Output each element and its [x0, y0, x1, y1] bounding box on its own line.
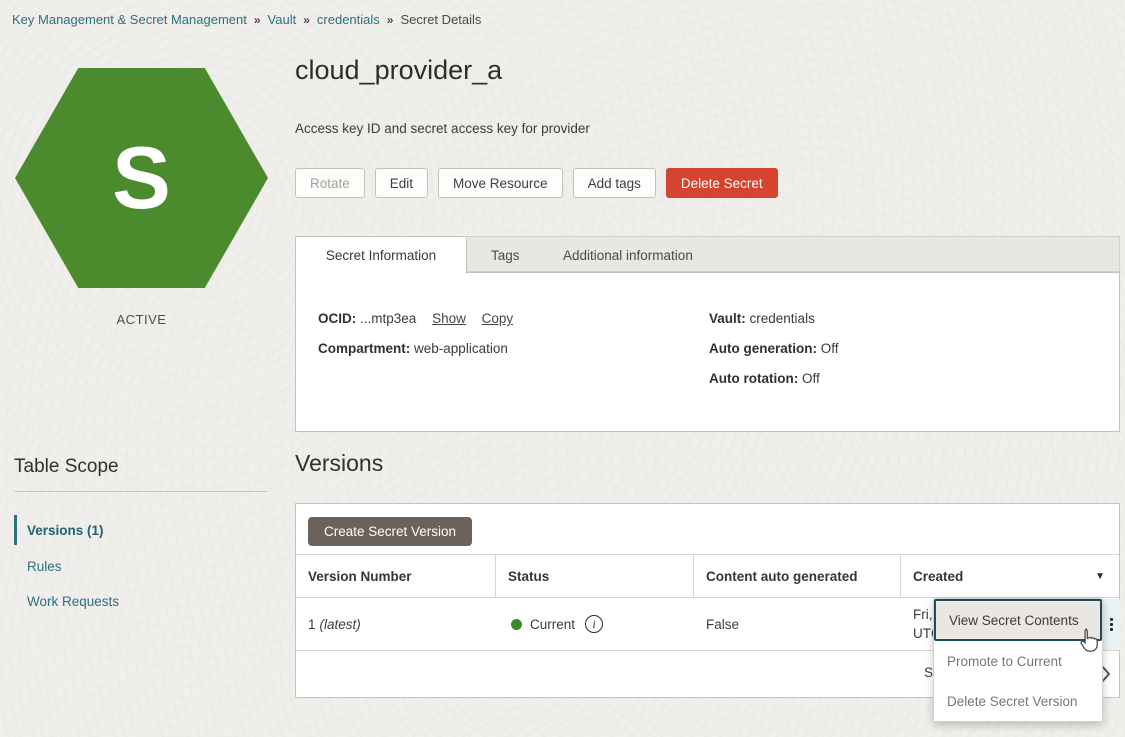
ocid-show-link[interactable]: Show [432, 311, 466, 326]
breadcrumb-separator-icon: » [254, 13, 261, 27]
versions-heading: Versions [295, 450, 383, 477]
edit-button[interactable]: Edit [375, 168, 428, 198]
resource-description: Access key ID and secret access key for … [295, 121, 590, 136]
status-current-dot [511, 619, 522, 630]
resource-status: ACTIVE [15, 312, 268, 327]
menu-item-delete-secret-version[interactable]: Delete Secret Version [934, 681, 1102, 721]
version-number: 1 [308, 617, 316, 632]
created-line-1: Fri, [913, 605, 933, 624]
ocid-row: OCID: ...mtp3ea Show Copy [318, 311, 513, 326]
content-auto-generated-value: False [706, 617, 739, 632]
auto-generation-value-text: Off [821, 341, 839, 356]
compartment-row: Compartment: web-application [318, 341, 508, 356]
sidebar-divider [14, 491, 267, 492]
breadcrumb-separator-icon: » [387, 13, 394, 27]
column-header-created[interactable]: Created ▼ [901, 555, 1119, 597]
secret-information-panel: OCID: ...mtp3ea Show Copy Compartment: w… [295, 272, 1120, 432]
action-toolbar: Rotate Edit Move Resource Add tags Delet… [295, 168, 778, 198]
row-actions-kebab-menu-button[interactable] [1102, 599, 1120, 650]
sidebar-item-label: Rules [17, 559, 62, 574]
page-title: cloud_provider_a [295, 55, 502, 86]
cell-version-number: 1 (latest) [296, 598, 496, 650]
sidebar-item-label: Versions (1) [17, 523, 104, 538]
sidebar-item-rules[interactable]: Rules [14, 551, 270, 581]
status-text: Current [530, 617, 575, 632]
kebab-dot-icon [1110, 623, 1113, 626]
tab-tags[interactable]: Tags [469, 237, 542, 273]
secret-details-page: { "breadcrumb": { "separator": "»", "ite… [0, 0, 1125, 737]
delete-secret-button[interactable]: Delete Secret [666, 168, 778, 198]
vault-row: Vault: credentials [709, 311, 815, 326]
auto-generation-row: Auto generation: Off [709, 341, 839, 356]
vault-value-text: credentials [750, 311, 815, 326]
column-header-content-auto-generated: Content auto generated [694, 555, 901, 597]
add-tags-button[interactable]: Add tags [573, 168, 656, 198]
auto-rotation-label: Auto rotation: [709, 371, 798, 386]
sidebar-item-work-requests[interactable]: Work Requests [14, 586, 270, 616]
breadcrumb-link-vault[interactable]: Vault [268, 12, 297, 27]
breadcrumb-link-key-management[interactable]: Key Management & Secret Management [12, 12, 247, 27]
auto-rotation-value-text: Off [802, 371, 820, 386]
breadcrumb-current: Secret Details [400, 12, 481, 27]
sidebar-title: Table Scope [14, 456, 119, 478]
ocid-value-text: ...mtp3ea [360, 311, 416, 326]
breadcrumb: Key Management & Secret Management » Vau… [12, 12, 481, 27]
tab-secret-information[interactable]: Secret Information [295, 236, 467, 274]
secret-hexagon-icon: S [15, 68, 268, 288]
create-secret-version-button[interactable]: Create Secret Version [308, 517, 472, 546]
sort-descending-icon[interactable]: ▼ [1095, 571, 1105, 582]
row-actions-context-menu: View Secret Contents Promote to Current … [933, 598, 1103, 722]
kebab-dot-icon [1110, 618, 1113, 621]
cell-content-auto-generated: False [694, 598, 901, 650]
cell-status: Current i [496, 598, 694, 650]
sidebar-item-label: Work Requests [17, 594, 119, 609]
auto-rotation-row: Auto rotation: Off [709, 371, 820, 386]
showing-items-text: S [924, 665, 933, 680]
cursor-pointer-icon [1076, 627, 1100, 659]
column-header-created-label: Created [913, 569, 963, 584]
breadcrumb-separator-icon: » [303, 13, 310, 27]
info-icon[interactable]: i [585, 615, 603, 633]
rotate-button[interactable]: Rotate [295, 168, 365, 198]
versions-table-header: Version Number Status Content auto gener… [296, 554, 1119, 598]
kebab-dot-icon [1110, 628, 1113, 631]
ocid-label: OCID: [318, 311, 356, 326]
auto-generation-label: Auto generation: [709, 341, 817, 356]
version-latest-note: (latest) [320, 617, 361, 632]
tab-additional-information[interactable]: Additional information [541, 237, 715, 273]
vault-label: Vault: [709, 311, 746, 326]
column-header-status: Status [496, 555, 694, 597]
compartment-value-text: web-application [414, 341, 508, 356]
ocid-copy-link[interactable]: Copy [482, 311, 514, 326]
breadcrumb-link-credentials[interactable]: credentials [317, 12, 380, 27]
move-resource-button[interactable]: Move Resource [438, 168, 563, 198]
compartment-label: Compartment: [318, 341, 410, 356]
sidebar-item-versions[interactable]: Versions (1) [14, 515, 270, 545]
secret-initial: S [112, 134, 171, 222]
column-header-version-number: Version Number [296, 555, 496, 597]
